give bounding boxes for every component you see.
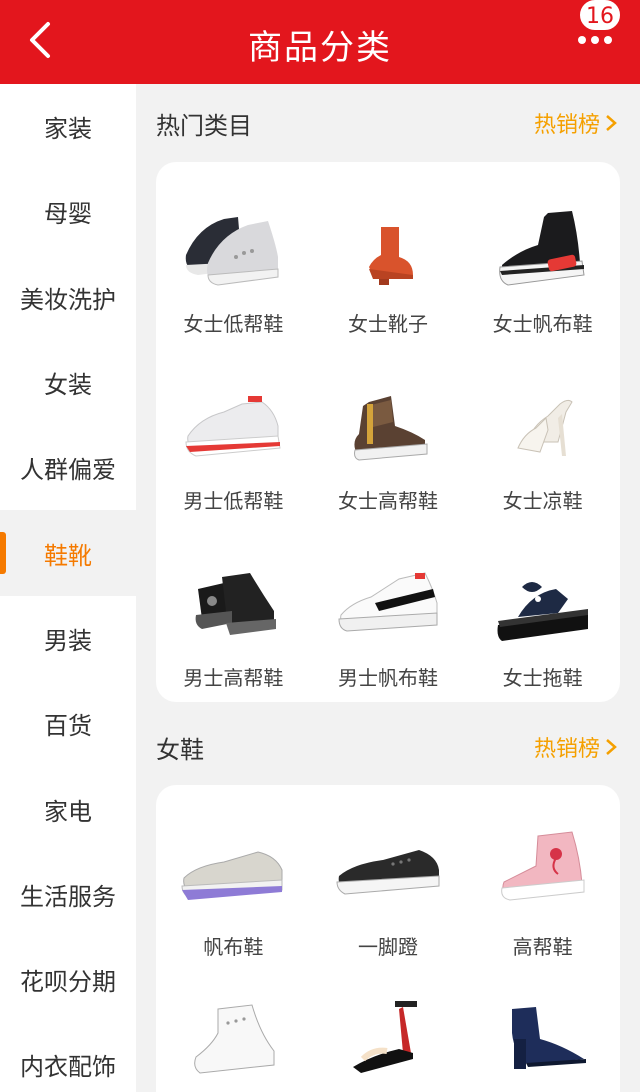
sidebar-item[interactable]: 男装 xyxy=(0,595,136,682)
category-item[interactable]: 女士高帮鞋 xyxy=(311,377,466,514)
sidebar-item[interactable]: 美妆洗护 xyxy=(0,254,136,340)
high-heel-icon xyxy=(483,377,603,477)
category-label: 女士低帮鞋 xyxy=(183,312,284,336)
chevron-right-icon xyxy=(606,115,617,131)
category-label: 男士帆布鞋 xyxy=(337,666,438,690)
category-label: 女士凉鞋 xyxy=(502,489,583,513)
notification-badge: 16 xyxy=(578,0,622,32)
sidebar-item[interactable]: 母婴 xyxy=(0,169,136,255)
category-item[interactable] xyxy=(156,988,311,1092)
strappy-sandal-icon xyxy=(328,988,448,1088)
hot-list-label: 热销榜 xyxy=(533,737,600,762)
ankle-boot-icon xyxy=(328,200,448,300)
category-item[interactable]: 男士低帮鞋 xyxy=(156,377,311,514)
running-shoe-icon xyxy=(173,377,293,477)
top-bar: 商品分类 16 xyxy=(0,0,640,84)
sidebar-item[interactable]: 女装 xyxy=(0,339,136,426)
category-item[interactable] xyxy=(311,988,466,1092)
high-top-sneaker-icon xyxy=(328,377,448,477)
black-high-top-icon xyxy=(173,554,293,654)
category-item[interactable]: 女士凉鞋 xyxy=(465,377,620,514)
category-label: 男士高帮鞋 xyxy=(183,666,284,690)
category-item[interactable]: 男士帆布鞋 xyxy=(311,554,466,691)
category-label: 高帮鞋 xyxy=(512,935,573,959)
sidebar-item[interactable]: 家装 xyxy=(0,84,136,170)
category-item[interactable]: 一脚蹬 xyxy=(311,823,466,960)
chevron-right-icon xyxy=(606,739,617,755)
hot-list-label: 热销榜 xyxy=(533,113,600,138)
sidebar-item[interactable]: 内衣配饰 xyxy=(0,1022,136,1092)
category-label: 男士低帮鞋 xyxy=(183,489,284,513)
section-title: 女鞋 xyxy=(156,735,204,764)
white-wedge-icon xyxy=(173,988,293,1088)
hot-list-link[interactable]: 热销榜 xyxy=(534,107,618,139)
category-sidebar: 家装 母婴 美妆洗护 女装 人群偏爱 鞋靴 男装 百货 家电 生活服务 花呗分期… xyxy=(0,84,136,1092)
category-item[interactable]: 高帮鞋 xyxy=(465,823,620,960)
category-label: 女士帆布鞋 xyxy=(492,312,593,336)
sidebar-item-active[interactable]: 鞋靴 xyxy=(0,510,136,596)
category-item[interactable]: 女士靴子 xyxy=(311,200,466,337)
more-dots-icon xyxy=(578,36,612,44)
slip-on-canvas-icon xyxy=(173,823,293,923)
section-header: 热门类目 热销榜 xyxy=(156,103,618,143)
section-header: 女鞋 热销榜 xyxy=(156,727,618,767)
category-card: 女士低帮鞋 女士靴子 女士帆布鞋 男士低帮鞋 女士高帮鞋 女士凉鞋 男士高帮鞋 … xyxy=(156,162,620,702)
category-item[interactable]: 帆布鞋 xyxy=(156,823,311,960)
hot-list-link[interactable]: 热销榜 xyxy=(534,731,618,763)
sidebar-item[interactable]: 家电 xyxy=(0,766,136,852)
section-title: 热门类目 xyxy=(156,111,252,140)
category-item[interactable]: 女士帆布鞋 xyxy=(465,200,620,337)
sidebar-item[interactable]: 百货 xyxy=(0,681,136,767)
category-label: 一脚蹬 xyxy=(357,935,418,959)
pink-high-top-icon xyxy=(483,823,603,923)
category-card: 帆布鞋 一脚蹬 高帮鞋 xyxy=(156,785,620,1092)
category-label: 女士拖鞋 xyxy=(502,666,583,690)
platform-slipper-icon xyxy=(483,554,603,654)
category-item[interactable] xyxy=(465,988,620,1092)
category-item[interactable]: 女士拖鞋 xyxy=(465,554,620,691)
category-item[interactable]: 女士低帮鞋 xyxy=(156,200,311,337)
sidebar-item[interactable]: 生活服务 xyxy=(0,851,136,937)
category-label: 女士高帮鞋 xyxy=(337,489,438,513)
category-content: 热门类目 热销榜 女士低帮鞋 女士靴子 女士帆布鞋 男士低帮鞋 女士高帮鞋 女士… xyxy=(136,84,640,1092)
loafer-icon xyxy=(328,823,448,923)
category-item[interactable]: 男士高帮鞋 xyxy=(156,554,311,691)
page-title: 商品分类 xyxy=(248,28,392,68)
wedge-sneaker-icon xyxy=(173,200,293,300)
navy-pump-icon xyxy=(483,988,603,1088)
high-top-canvas-icon xyxy=(483,200,603,300)
sidebar-item[interactable]: 花呗分期 xyxy=(0,936,136,1023)
sidebar-item[interactable]: 人群偏爱 xyxy=(0,425,136,511)
white-sneaker-icon xyxy=(328,554,448,654)
category-label: 女士靴子 xyxy=(347,312,428,336)
more-button[interactable]: 16 xyxy=(566,0,636,84)
category-label: 帆布鞋 xyxy=(203,935,264,959)
